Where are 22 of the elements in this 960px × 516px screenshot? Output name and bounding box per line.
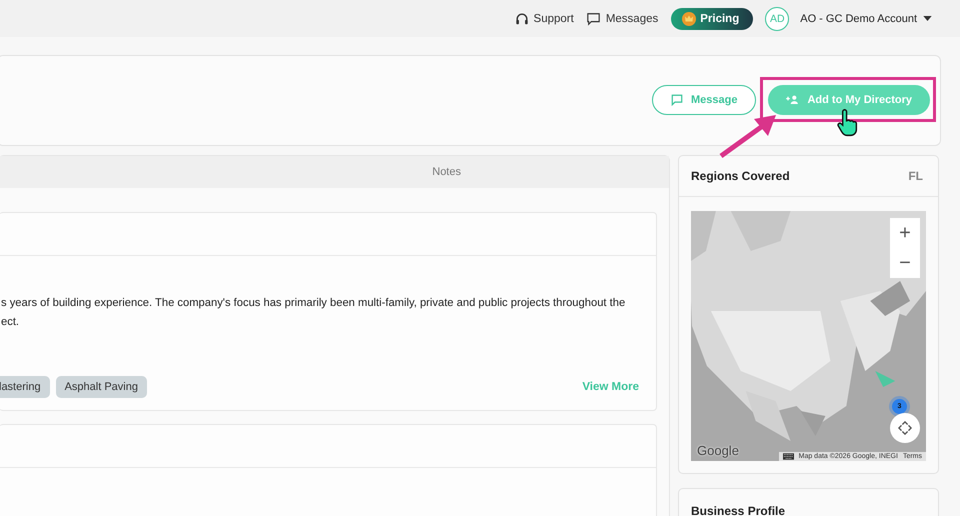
caret-icon: [923, 16, 932, 21]
description-text: s years of building experience. The company's focus has primarily been multi-family, private and public projects throughout the ect.: [1, 296, 626, 330]
pricing-button[interactable]: Pricing: [671, 8, 754, 30]
nav-link[interactable]: Messages: [586, 12, 658, 26]
nav-link[interactable]: Support: [514, 12, 574, 26]
card-title: Business Profile: [691, 504, 786, 516]
crown-icon: [682, 12, 696, 26]
add-user-icon: [786, 95, 800, 104]
account-menu[interactable]: AO - GC Demo Account: [800, 12, 932, 24]
chat-icon: [671, 94, 683, 106]
keyboard-icon[interactable]: [782, 453, 794, 460]
move-icon: [898, 421, 912, 435]
hand-cursor-icon: [836, 108, 858, 136]
notes-tab[interactable]: Notes: [424, 156, 469, 188]
chat-icon: [586, 12, 601, 26]
pointer-arrow: [718, 112, 778, 158]
headset-icon: [514, 12, 529, 26]
map-logo: Google: [697, 443, 739, 458]
state-label: FL: [908, 169, 923, 183]
trade-tag: Asphalt Paving: [56, 376, 147, 398]
trade-tag: lastering: [0, 376, 50, 398]
card-title: Regions Covered: [691, 169, 790, 183]
